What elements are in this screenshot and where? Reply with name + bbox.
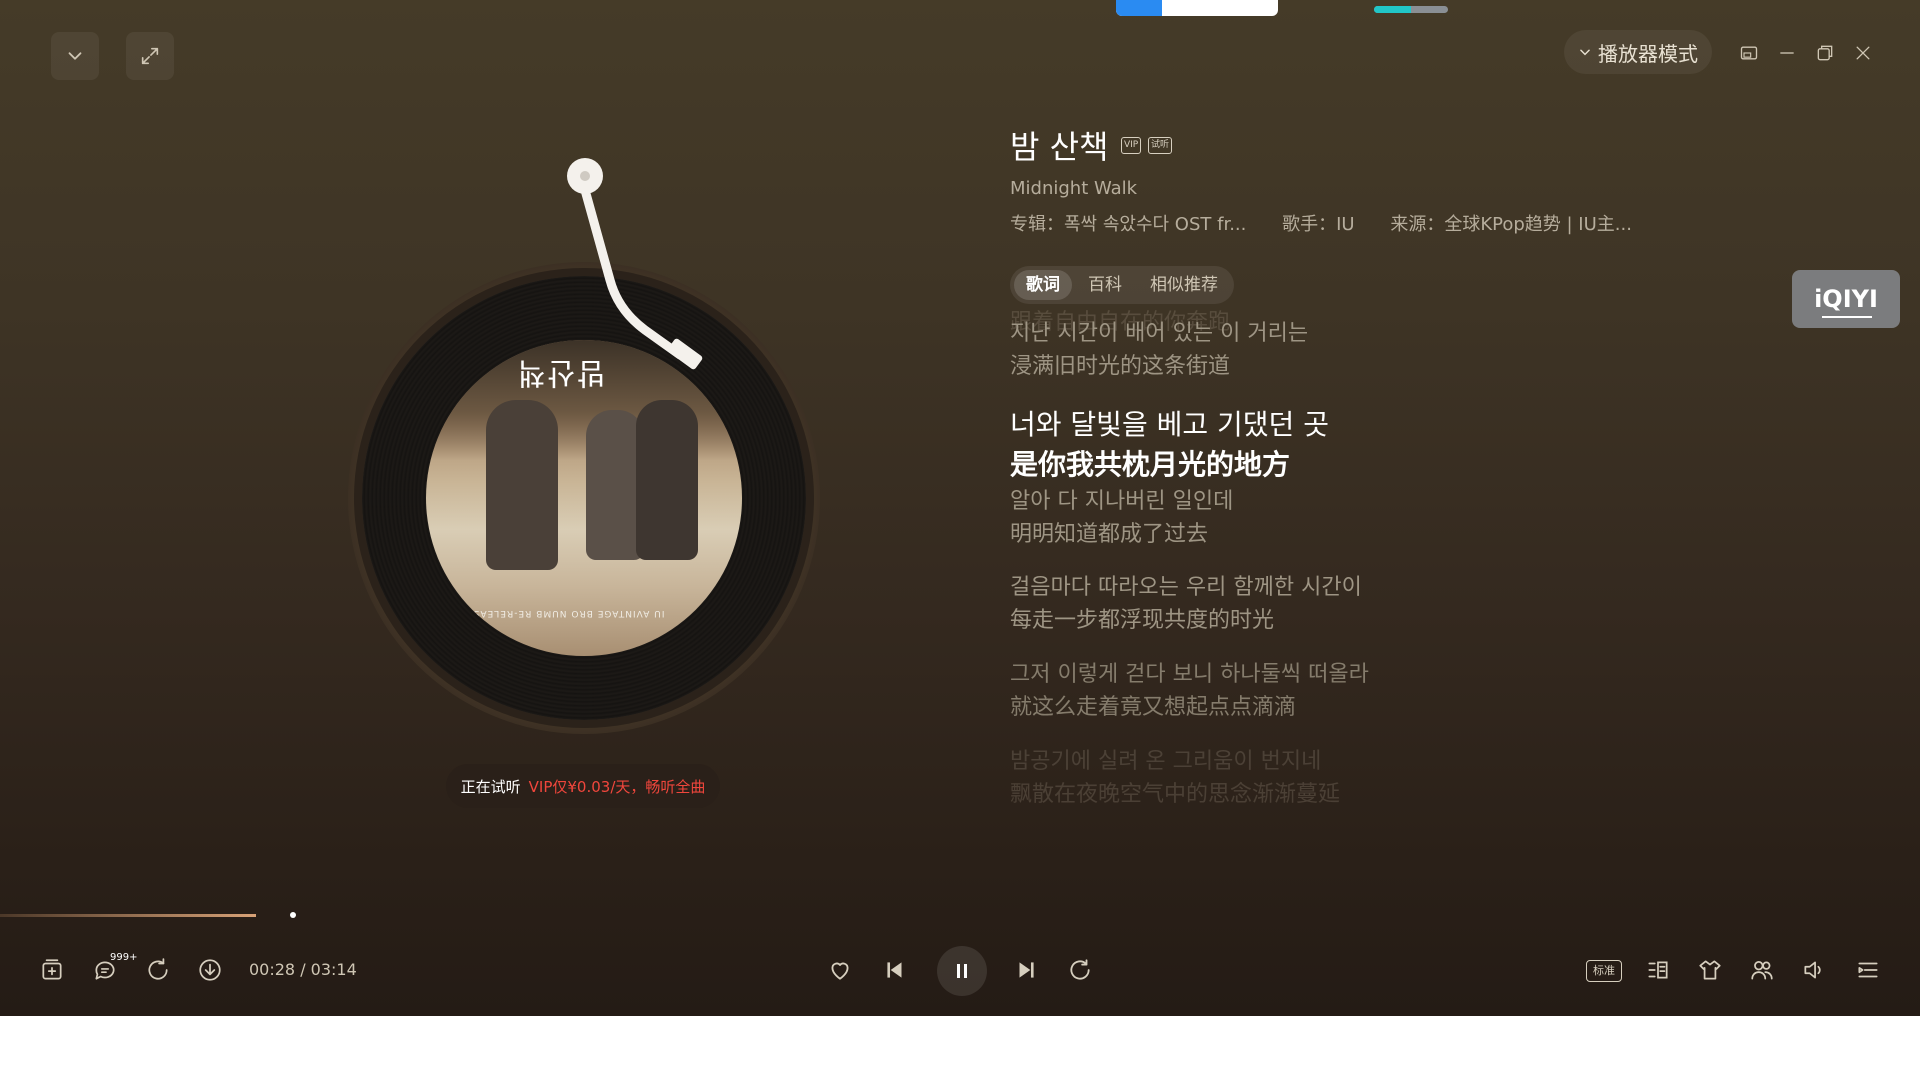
- tonearm: [567, 158, 703, 370]
- cover-figure: [486, 400, 558, 570]
- trial-tag: 试听: [1148, 137, 1173, 154]
- fullscreen-button[interactable]: [126, 32, 174, 80]
- player-mode-label: 播放器模式: [1598, 41, 1698, 66]
- lyric-korean: [1010, 273, 1230, 306]
- chevron-down-icon: [68, 52, 82, 60]
- restore-icon: [1817, 45, 1833, 61]
- lyric-line[interactable]: 걸음마다 따라오는 우리 함께한 시간이 每走一步都浮现共度的时光: [1010, 571, 1362, 637]
- download-icon: [199, 959, 221, 981]
- lyric-line[interactable]: 밤공기에 실려 온 그리움이 번지네 飘散在夜晚空气中的思念渐渐蔓延: [1010, 745, 1340, 811]
- listen-together-button[interactable]: [1742, 950, 1782, 990]
- lyric-korean: 그저 이렇게 걷다 보니 하나둘씩 떠올라: [1010, 662, 1369, 687]
- restore-button[interactable]: [1812, 40, 1838, 66]
- player-mode-button[interactable]: 播放器模式: [1564, 30, 1712, 74]
- lyric-line[interactable]: 그저 이렇게 걷다 보니 하나둘씩 떠올라 就这么走着竟又想起点点滴滴: [1010, 658, 1369, 724]
- lyric-translation: 浸满旧时光的这条街道: [1010, 354, 1231, 379]
- comment-count-badge: 999+: [110, 952, 138, 963]
- cover-subtitle: IU AVINTAGE BRO NUMB RE-RELEASE: [466, 608, 665, 618]
- trial-label: 正在试听: [460, 777, 521, 796]
- album-link[interactable]: 专辑：폭싹 속았수다 OST fr...: [1010, 214, 1246, 235]
- artist-link[interactable]: 歌手：IU: [1282, 214, 1354, 235]
- vip-promo-link[interactable]: VIP仅¥0.03/天，畅听全曲: [529, 776, 706, 797]
- lyric-translation: 就这么走着竟又想起点点滴滴: [1010, 695, 1297, 720]
- playlist-button[interactable]: [1848, 950, 1888, 990]
- song-title: 밤 산책: [1010, 128, 1109, 166]
- skin-icon: [1699, 960, 1721, 980]
- lyric-korean: 너와 달빛을 베고 기댔던 곳: [1010, 408, 1329, 441]
- add-to-playlist-button[interactable]: [32, 950, 72, 990]
- pause-icon: [957, 964, 967, 978]
- quality-button[interactable]: 标准: [1586, 960, 1622, 982]
- heart-icon: [831, 962, 849, 980]
- minimize-button[interactable]: [1774, 40, 1800, 66]
- iqiyi-logo[interactable]: iQIYI: [1792, 270, 1900, 328]
- mini-mode-button[interactable]: [1736, 40, 1762, 66]
- source-link[interactable]: 来源：全球KPop趋势 | IU主...: [1390, 214, 1632, 235]
- expand-icon: [141, 47, 159, 65]
- close-button[interactable]: [1850, 40, 1876, 66]
- progress-handle[interactable]: [290, 912, 297, 918]
- song-english-title: Midnight Walk: [1010, 178, 1138, 199]
- lyric-translation: 每走一步都浮现共度的时光: [1010, 608, 1275, 633]
- next-button[interactable]: [1006, 950, 1046, 990]
- lyric-korean: 알아 다 지나버린 일인데: [1010, 489, 1234, 514]
- song-meta: 专辑：폭싹 속았수다 OST fr... 歌手：IU 来源：全球KPop趋势 |…: [1010, 210, 1662, 236]
- repeat-button[interactable]: [1060, 950, 1100, 990]
- mini-mode-icon: [1740, 46, 1758, 60]
- previous-icon: [887, 962, 902, 978]
- lyric-translation: 是你我共枕月光的地方: [1010, 448, 1291, 481]
- like-button[interactable]: [820, 950, 860, 990]
- lyric-line-current[interactable]: 너와 달빛을 베고 기댔던 곳 是你我共枕月光的地方: [1010, 405, 1329, 485]
- close-icon: [1856, 46, 1870, 60]
- playlist-icon: [1858, 962, 1878, 978]
- desktop-lyrics-button[interactable]: [1638, 950, 1678, 990]
- lyric-korean: 걸음마다 따라오는 우리 함께한 시간이: [1010, 575, 1362, 600]
- lyric-translation: 明明知道都成了过去: [1010, 522, 1209, 547]
- playback-time: 00:28 / 03:14: [249, 960, 357, 979]
- player-window: 播放器模式 밤산책 IU AVINTAGE BRO NUMB RE-RELEAS…: [0, 0, 1920, 1016]
- progress-fill: [0, 914, 257, 917]
- next-icon: [1019, 962, 1034, 978]
- cover-figure: [636, 400, 698, 560]
- top-mini-progress: [1374, 6, 1448, 13]
- share-icon: [148, 958, 168, 980]
- lyric-line[interactable]: 알아 다 지나버린 일인데 明明知道都成了过去: [1010, 485, 1233, 551]
- lyrics-icon: [1648, 961, 1668, 979]
- volume-button[interactable]: [1794, 950, 1834, 990]
- chevron-down-icon: [1580, 49, 1590, 56]
- previous-button[interactable]: [875, 950, 915, 990]
- lyric-korean: 지난 시간이 배어 있는 이 거리는: [1010, 321, 1309, 346]
- repeat-icon: [1070, 959, 1090, 980]
- playback-progress-bar[interactable]: [0, 912, 1920, 918]
- trial-banner[interactable]: 正在试听 VIP仅¥0.03/天，畅听全曲: [446, 764, 720, 808]
- share-button[interactable]: [138, 950, 178, 990]
- minimize-icon: [1780, 52, 1794, 54]
- volume-icon: [1804, 961, 1821, 979]
- collapse-button[interactable]: [51, 32, 99, 80]
- app-badge-icon: [1116, 0, 1162, 16]
- skin-button[interactable]: [1690, 950, 1730, 990]
- top-notification-pill[interactable]: [1116, 0, 1278, 16]
- lyric-korean: 밤공기에 실려 온 그리움이 번지네: [1010, 749, 1322, 774]
- listen-together-icon: [1751, 961, 1773, 980]
- download-button[interactable]: [190, 950, 230, 990]
- lyrics-panel[interactable]: 跟着自由自在的你奔跑 지난 시간이 배어 있는 이 거리는 浸满旧时光的这条街道 너와…: [1010, 310, 1710, 895]
- vip-tag: VIP: [1121, 137, 1142, 154]
- pause-button[interactable]: [937, 946, 987, 996]
- lyric-translation: 飘散在夜晚空气中的思念渐渐蔓延: [1010, 782, 1341, 807]
- lyric-line[interactable]: 지난 시간이 배어 있는 이 거리는 浸满旧时光的这条街道: [1010, 317, 1308, 383]
- add-to-playlist-icon: [42, 959, 62, 980]
